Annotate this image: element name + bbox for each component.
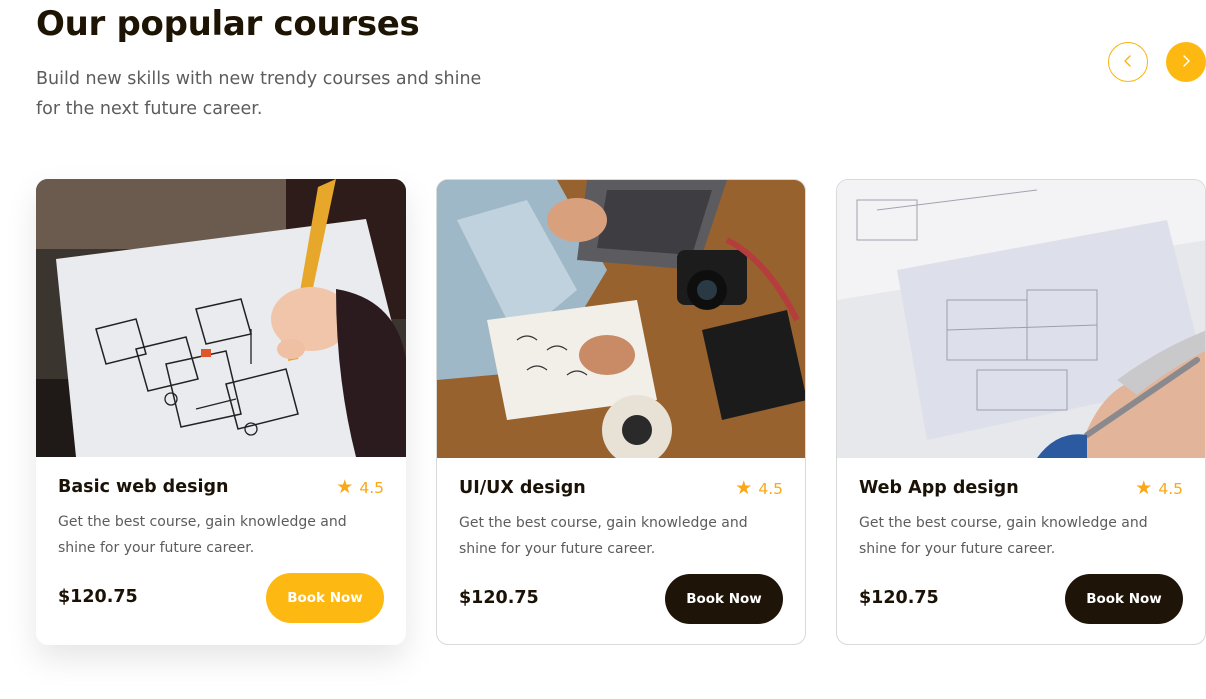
course-title: Basic web design	[58, 477, 229, 497]
course-card[interactable]: Basic web design ★ 4.5 Get the best cour…	[36, 179, 406, 645]
course-rating: ★ 4.5	[336, 478, 384, 497]
star-icon: ★	[1135, 477, 1153, 499]
course-rating: ★ 4.5	[735, 479, 783, 498]
course-price: $120.75	[459, 588, 539, 608]
course-description: Get the best course, gain knowledge and …	[58, 514, 347, 556]
rating-value: 4.5	[1158, 479, 1183, 498]
course-price: $120.75	[58, 587, 138, 607]
rating-value: 4.5	[359, 478, 384, 497]
course-description: Get the best course, gain knowledge and …	[859, 515, 1148, 557]
section-title: Our popular courses	[36, 4, 420, 44]
course-title: Web App design	[859, 478, 1019, 498]
book-now-button[interactable]: Book Now	[665, 574, 783, 624]
book-now-button[interactable]: Book Now	[1065, 574, 1183, 624]
course-card[interactable]: UI/UX design ★ 4.5 Get the best course, …	[436, 179, 806, 645]
course-description: Get the best course, gain knowledge and …	[459, 515, 748, 557]
course-price: $120.75	[859, 588, 939, 608]
chevron-left-icon	[1121, 53, 1135, 72]
course-card[interactable]: Web App design ★ 4.5 Get the best course…	[836, 179, 1206, 645]
star-icon: ★	[336, 476, 354, 498]
course-image-wireframe	[36, 179, 406, 457]
course-rating: ★ 4.5	[1135, 479, 1183, 498]
rating-value: 4.5	[758, 479, 783, 498]
carousel-next-button[interactable]	[1166, 42, 1206, 82]
course-title: UI/UX design	[459, 478, 586, 498]
course-image-blueprint	[837, 180, 1205, 458]
course-image-desk	[437, 180, 805, 458]
carousel-prev-button[interactable]	[1108, 42, 1148, 82]
star-icon: ★	[735, 477, 753, 499]
section-subtitle: Build new skills with new trendy courses…	[36, 69, 482, 119]
chevron-right-icon	[1179, 53, 1193, 72]
book-now-button[interactable]: Book Now	[266, 573, 384, 623]
